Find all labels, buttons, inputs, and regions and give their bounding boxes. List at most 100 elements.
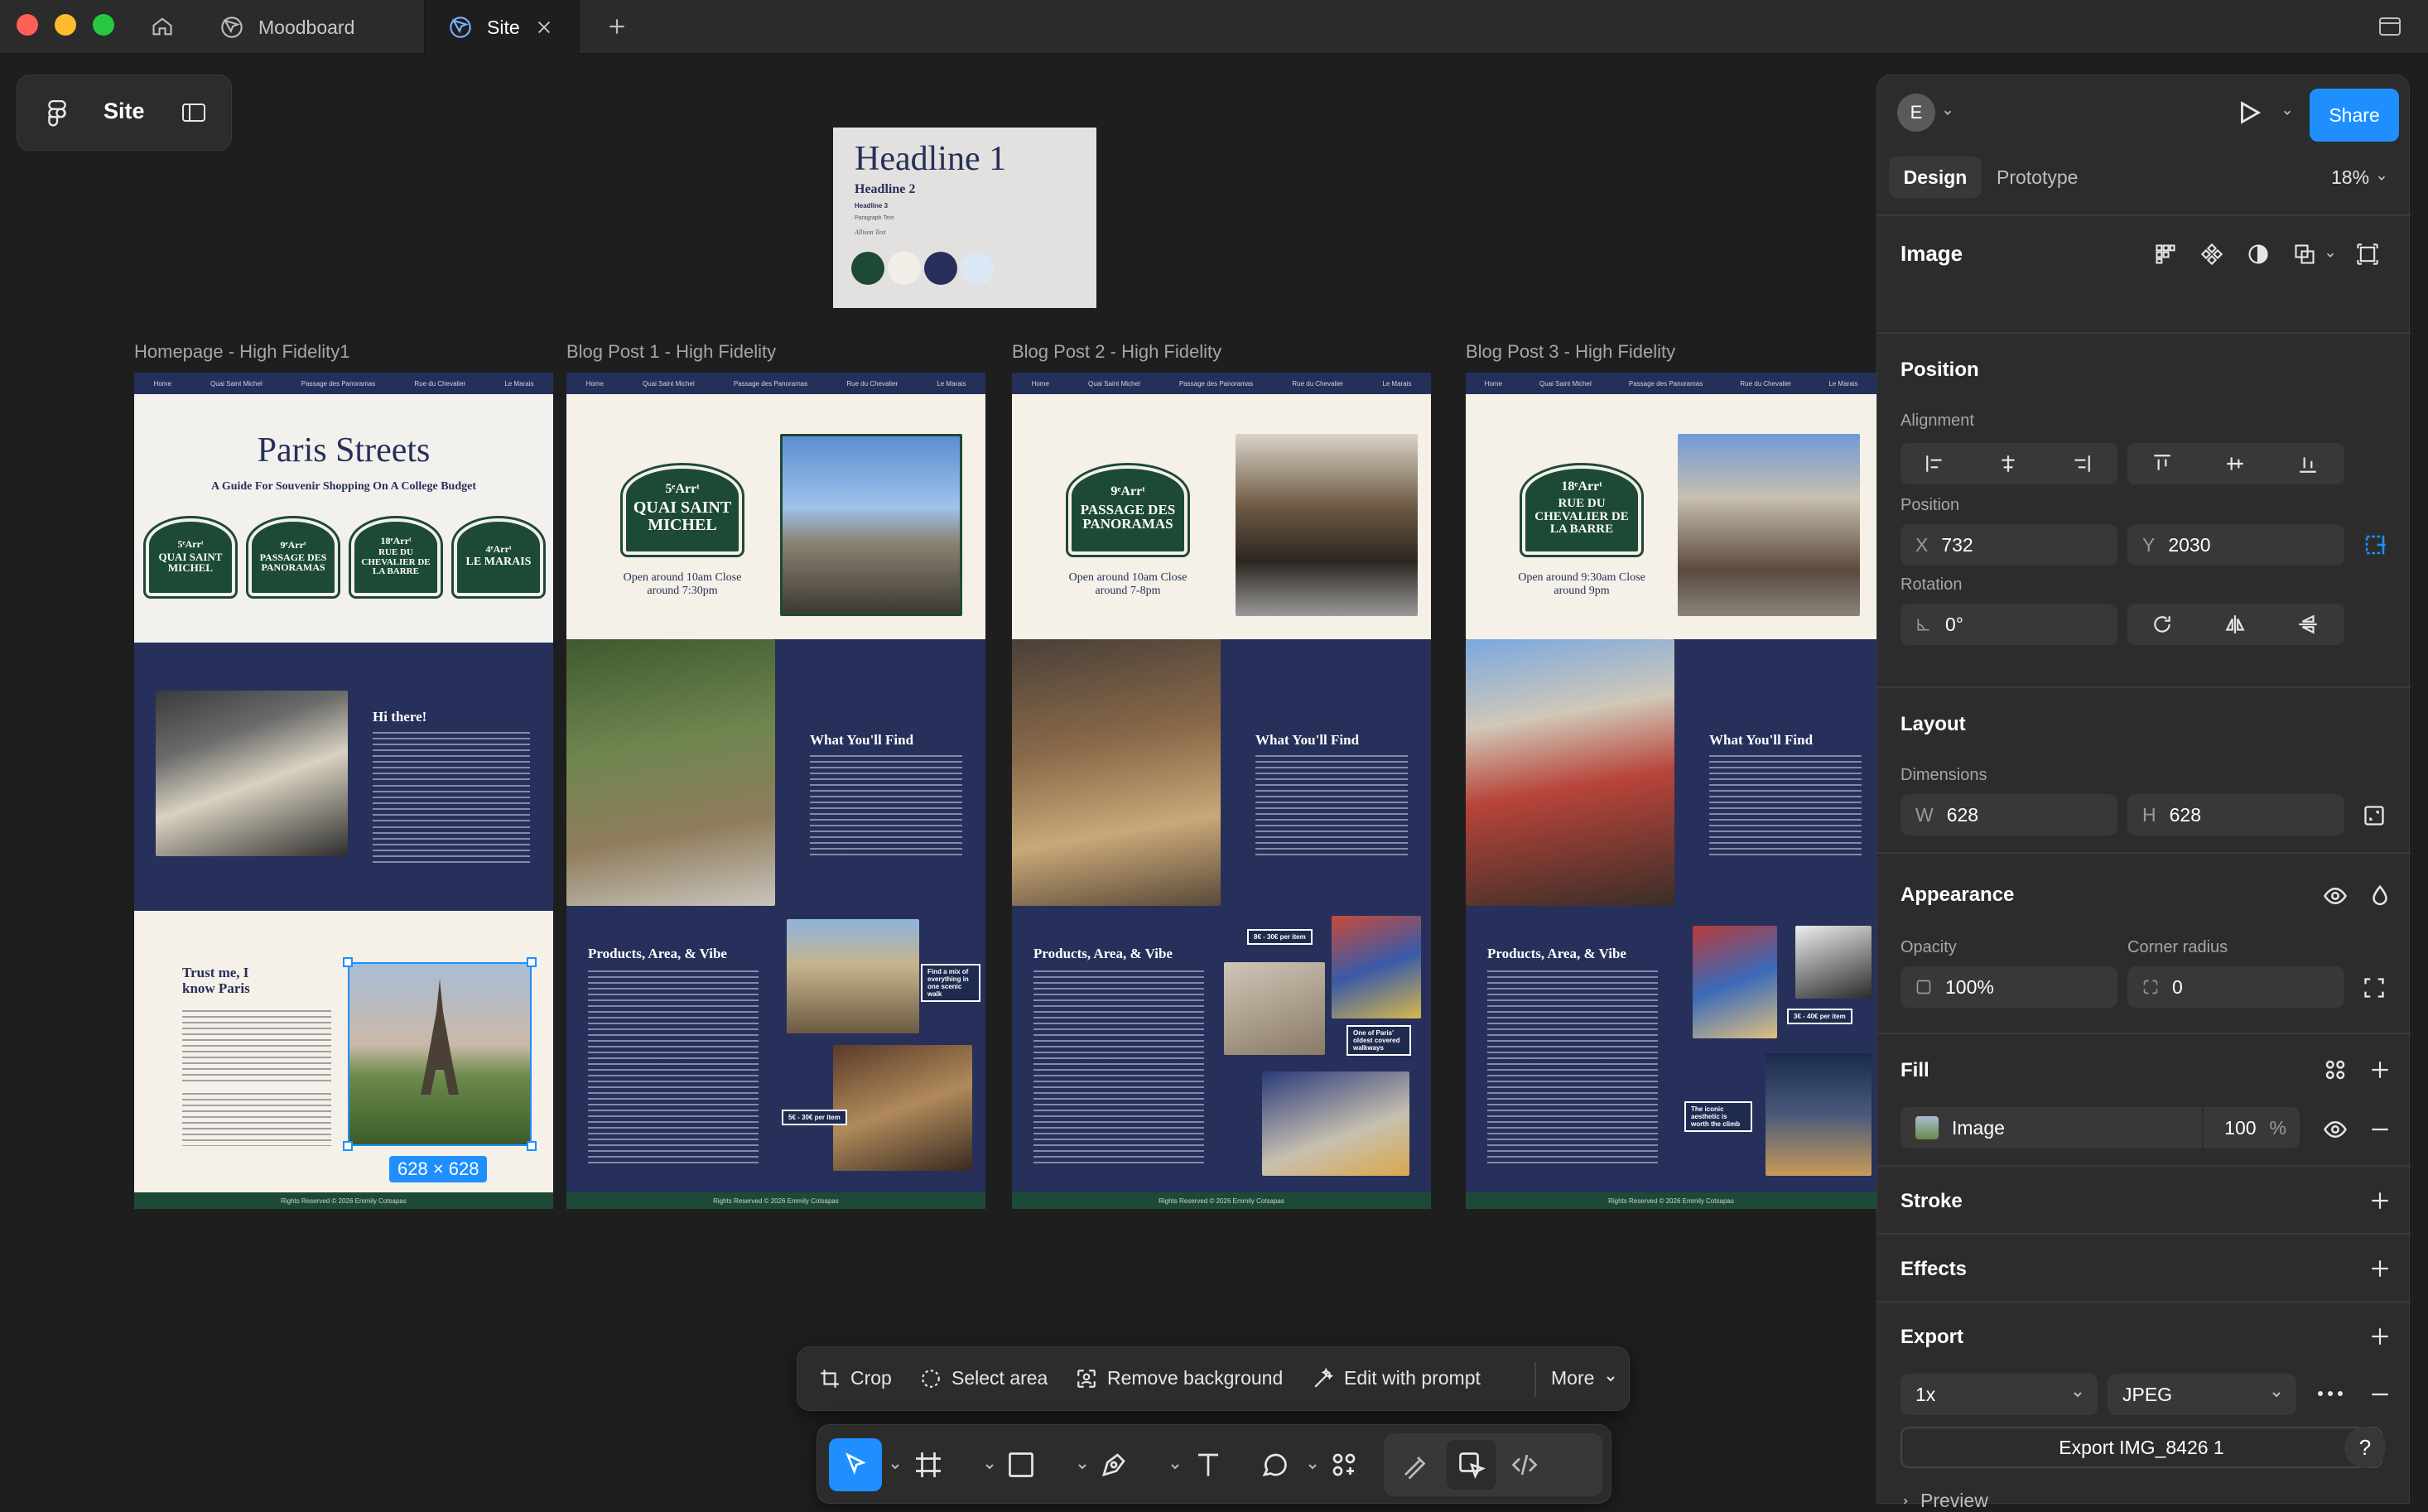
remove-export-icon[interactable]	[2369, 1384, 2391, 1405]
chevron-down-icon[interactable]	[1942, 107, 1953, 118]
actions-tool-icon[interactable]	[1329, 1450, 1359, 1480]
frame-label-blog-3[interactable]: Blog Post 3 - High Fidelity	[1466, 341, 1675, 363]
frame-blog-2[interactable]: Home Quai Saint Michel Passage des Panoram…	[1012, 373, 1431, 1209]
frame-label-blog-2[interactable]: Blog Post 2 - High Fidelity	[1012, 341, 1221, 363]
align-center-vertical-icon[interactable]	[2223, 453, 2247, 474]
chevron-down-icon[interactable]	[983, 1460, 996, 1473]
remove-fill-icon[interactable]	[2369, 1119, 2391, 1140]
align-top-icon[interactable]	[2151, 453, 2174, 474]
frame-label-blog-1[interactable]: Blog Post 1 - High Fidelity	[566, 341, 776, 363]
figma-logo-icon[interactable]	[46, 100, 69, 127]
sidebar-toggle-icon[interactable]	[2367, 0, 2413, 53]
help-button[interactable]: ?	[2344, 1427, 2386, 1468]
rotation-field[interactable]: 0°	[1900, 604, 2117, 645]
file-name[interactable]: Site	[104, 99, 145, 124]
flip-vertical-icon[interactable]	[2296, 614, 2320, 635]
dev-mode-icon[interactable]	[1510, 1450, 1539, 1480]
add-export-icon[interactable]	[2369, 1326, 2391, 1347]
align-right-icon[interactable]	[2069, 453, 2093, 474]
chevron-down-icon[interactable]	[1306, 1460, 1319, 1473]
preview-toggle[interactable]: Preview	[1900, 1490, 1988, 1512]
styles-icon[interactable]	[2323, 1057, 2348, 1082]
mask-icon[interactable]	[2247, 243, 2270, 266]
chevron-down-icon[interactable]	[2281, 107, 2293, 118]
style-guide-card[interactable]: Headline 1 Headline 2 Headline 3 Paragra…	[833, 128, 1096, 308]
resize-handle[interactable]	[527, 1141, 537, 1151]
export-format-select[interactable]: JPEG	[2108, 1374, 2296, 1415]
maximize-window-button[interactable]	[93, 14, 114, 36]
rotate-icon[interactable]	[2151, 614, 2174, 635]
height-field[interactable]: H 628	[2127, 794, 2344, 835]
export-scale-select[interactable]: 1x	[1900, 1374, 2098, 1415]
chevron-down-icon[interactable]	[889, 1460, 902, 1473]
panel-layout-icon[interactable]	[181, 102, 206, 123]
edit-with-prompt-button[interactable]: Edit with prompt	[1313, 1367, 1481, 1389]
export-button[interactable]: Export IMG_8426 1	[1900, 1427, 2382, 1468]
eye-icon[interactable]	[2323, 884, 2348, 908]
resize-handle[interactable]	[527, 957, 537, 967]
opacity-field[interactable]: 100%	[1900, 966, 2117, 1008]
independent-corners-icon[interactable]	[2363, 976, 2386, 999]
chevron-down-icon[interactable]	[2324, 249, 2336, 261]
sign-arrondissement: 18ᵉArrᵗ	[380, 535, 412, 547]
tab-site[interactable]: Site	[426, 0, 580, 55]
home-icon[interactable]	[141, 0, 184, 53]
resize-to-fit-icon[interactable]	[2356, 243, 2379, 266]
frame-blog-1[interactable]: Home Quai Saint Michel Passage des Panoram…	[566, 373, 985, 1209]
chevron-down-icon[interactable]	[1076, 1460, 1089, 1473]
boolean-icon[interactable]	[2293, 243, 2316, 266]
avatar[interactable]: E	[1897, 94, 1935, 132]
crop-button[interactable]: Crop	[819, 1367, 892, 1389]
close-window-button[interactable]	[17, 14, 38, 36]
add-effect-icon[interactable]	[2369, 1258, 2391, 1279]
design-mode-button[interactable]	[1447, 1440, 1496, 1490]
play-icon[interactable]	[2235, 99, 2263, 127]
remove-background-button[interactable]: Remove background	[1076, 1367, 1283, 1389]
selection-box[interactable]	[348, 962, 532, 1146]
constrain-proportions-icon[interactable]	[2363, 804, 2386, 827]
align-bottom-icon[interactable]	[2296, 453, 2320, 474]
plus-icon[interactable]	[596, 0, 638, 53]
chevron-down-icon[interactable]	[1168, 1460, 1182, 1473]
text-tool-icon[interactable]	[1193, 1450, 1223, 1480]
pen-tool-icon[interactable]	[1099, 1450, 1129, 1480]
flip-horizontal-icon[interactable]	[2223, 614, 2247, 635]
grid-layout-icon[interactable]	[2154, 243, 2177, 266]
move-tool-button[interactable]	[829, 1438, 882, 1491]
add-stroke-icon[interactable]	[2369, 1190, 2391, 1211]
constraints-icon[interactable]	[2363, 532, 2387, 557]
corner-radius-field[interactable]: 0	[2127, 966, 2344, 1008]
fill-type-field[interactable]: Image	[1900, 1107, 2220, 1148]
file-menu-chip[interactable]: Site	[17, 75, 232, 151]
frame-tool-icon[interactable]	[913, 1450, 943, 1480]
more-menu-button[interactable]: More	[1539, 1367, 1617, 1389]
add-fill-icon[interactable]	[2369, 1059, 2391, 1081]
eye-icon[interactable]	[2323, 1117, 2348, 1142]
zoom-dropdown[interactable]: 18%	[2331, 166, 2387, 189]
frame-blog-3[interactable]: Home Quai Saint Michel Passage des Panoram…	[1466, 373, 1876, 1209]
y-position-field[interactable]: Y 2030	[2127, 524, 2344, 566]
align-center-horizontal-icon[interactable]	[1997, 453, 2020, 474]
frame-label-homepage[interactable]: Homepage - High Fidelity1	[134, 341, 349, 363]
blend-mode-icon[interactable]	[2368, 884, 2392, 908]
rectangle-tool-icon[interactable]	[1006, 1450, 1036, 1480]
tab-design[interactable]: Design	[1889, 156, 1982, 198]
minimize-window-button[interactable]	[55, 14, 76, 36]
component-icon[interactable]	[2200, 243, 2223, 266]
more-options-icon[interactable]	[2316, 1385, 2344, 1402]
close-icon[interactable]	[535, 18, 553, 36]
resize-handle[interactable]	[343, 1141, 353, 1151]
draw-mode-icon[interactable]	[1400, 1450, 1430, 1480]
comment-tool-icon[interactable]	[1260, 1450, 1289, 1480]
style-script: Allison Text	[855, 229, 886, 236]
width-field[interactable]: W 628	[1900, 794, 2117, 835]
hours-text: Open around 9:30am Close around 9pm	[1518, 571, 1645, 597]
x-position-field[interactable]: X 732	[1900, 524, 2117, 566]
share-button[interactable]: Share	[2310, 89, 2399, 142]
align-left-icon[interactable]	[1924, 453, 1947, 474]
fill-opacity-field[interactable]: 100 %	[2202, 1107, 2300, 1148]
tab-moodboard[interactable]: Moodboard	[197, 0, 426, 55]
select-area-button[interactable]: Select area	[920, 1367, 1048, 1389]
resize-handle[interactable]	[343, 957, 353, 967]
tab-prototype[interactable]: Prototype	[1997, 166, 2078, 189]
